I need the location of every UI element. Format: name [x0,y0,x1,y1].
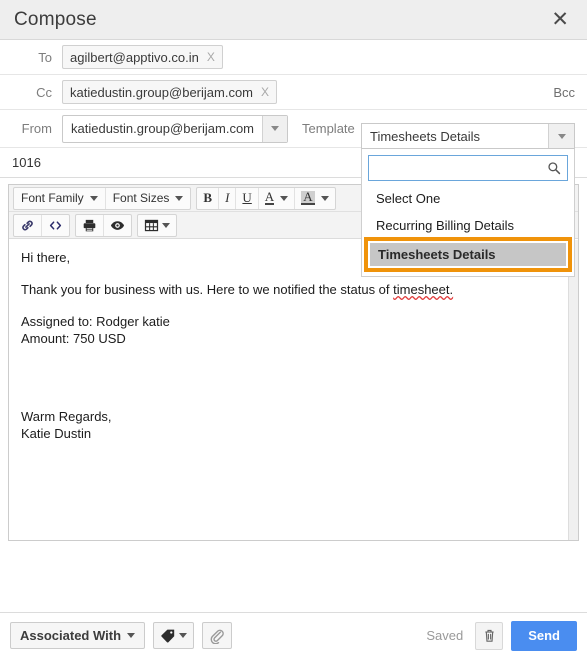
save-status: Saved [426,628,464,643]
link-icon [22,220,33,230]
body-paragraph: Thank you for business with us. Here to … [21,281,566,298]
search-icon[interactable] [547,161,561,178]
printer-icon [83,219,96,231]
from-label: From [21,121,52,136]
template-option-timesheets-details[interactable]: Timesheets Details [364,237,572,272]
template-option-recurring-billing-details[interactable]: Recurring Billing Details [368,212,568,239]
delete-draft-button[interactable] [475,621,504,650]
to-field-row[interactable]: To agilbert@apptivo.co.in X [0,40,587,75]
template-option-list: Select One Recurring Billing Details Tim… [364,185,572,272]
eye-icon [110,220,125,230]
from-address-select[interactable]: katiedustin.group@berijam.com [62,114,289,143]
associated-with-label: Associated With [20,628,122,643]
cc-label: Cc [36,84,52,100]
chevron-down-icon[interactable] [320,195,329,201]
to-label: To [38,49,52,65]
from-dropdown-arrow[interactable] [262,115,288,142]
text-format-group: B I U A A [196,186,336,210]
subject-value: 1016 [12,155,41,170]
close-icon[interactable]: ✕ [547,7,573,32]
template-label: Template [302,121,355,136]
insert-group [13,213,70,237]
bold-button[interactable]: B [197,187,220,209]
font-sizes-select[interactable]: Font Sizes [106,188,191,209]
preview-icon[interactable] [104,215,131,236]
highlight-color-button[interactable]: A [295,188,334,209]
chevron-down-icon [557,133,566,139]
cc-recipient-chip[interactable]: katiedustin.group@berijam.com X [62,80,278,104]
template-search-input[interactable] [369,156,567,180]
chevron-down-icon [127,633,136,638]
cc-field-row[interactable]: Cc katiedustin.group@berijam.com X Bcc [0,75,587,110]
trash-icon [485,629,494,642]
tag-icon [161,629,175,642]
remove-to-recipient-icon[interactable]: X [207,50,215,64]
source-code-icon[interactable] [42,215,69,236]
chevron-down-icon [89,195,98,201]
text-color-button[interactable]: A [259,187,296,209]
remove-cc-recipient-icon[interactable]: X [261,85,269,99]
email-body-editable[interactable]: Hi there, Thank you for business with us… [9,239,578,537]
body-sign-name: Katie Dustin [21,426,92,441]
template-dropdown: Timesheets Details Select One Recurring … [361,123,575,277]
page-title: Compose [14,8,97,30]
table-icon [144,219,159,231]
chevron-down-icon [271,126,280,131]
from-address-value: katiedustin.group@berijam.com [71,121,255,136]
misspelled-word: timesheet. [393,282,454,297]
template-selected-value: Timesheets Details [370,128,481,144]
template-dropdown-panel: Select One Recurring Billing Details Tim… [361,149,575,277]
dialog-titlebar: Compose ✕ [0,0,587,40]
bcc-toggle-link[interactable]: Bcc [553,85,575,100]
paperclip-icon [210,629,224,644]
body-amount: Amount: 750 USD [21,331,126,346]
italic-button[interactable]: I [219,187,237,209]
template-search-wrap[interactable] [368,155,568,181]
font-selects-group: Font Family Font Sizes [13,186,192,210]
associated-with-button[interactable]: Associated With [10,622,146,649]
body-paragraph-text: Thank you for business with us. Here to … [21,282,394,297]
underline-button[interactable]: U [236,187,259,209]
table-group [137,213,177,237]
to-recipient-chip[interactable]: agilbert@apptivo.co.in X [62,45,223,69]
chevron-down-icon[interactable] [280,195,289,201]
insert-link-icon[interactable] [14,214,42,236]
font-family-label: Font Family [21,191,84,205]
chevron-down-icon [179,633,188,638]
send-button[interactable]: Send [511,620,577,651]
code-icon [49,220,62,230]
font-family-select[interactable]: Font Family [14,187,106,209]
insert-table-icon[interactable] [138,215,176,236]
body-sign-off: Warm Regards, [21,409,112,424]
chevron-down-icon [175,195,184,201]
body-assigned-to: Assigned to: Rodger katie [21,314,170,329]
font-sizes-label: Font Sizes [112,191,170,205]
chevron-down-icon[interactable] [162,222,170,228]
compose-footer: Associated With Saved Send [0,612,587,658]
print-icon[interactable] [76,214,104,236]
editor-scrollbar[interactable] [568,240,578,540]
attach-file-button[interactable] [202,622,233,649]
output-group [75,213,132,237]
template-select-header[interactable]: Timesheets Details [361,123,575,149]
tag-button[interactable] [153,622,195,649]
template-dropdown-arrow[interactable] [548,124,574,148]
to-recipient-email: agilbert@apptivo.co.in [70,49,199,65]
cc-recipient-email: katiedustin.group@berijam.com [70,84,254,100]
template-option-select-one[interactable]: Select One [368,185,568,212]
